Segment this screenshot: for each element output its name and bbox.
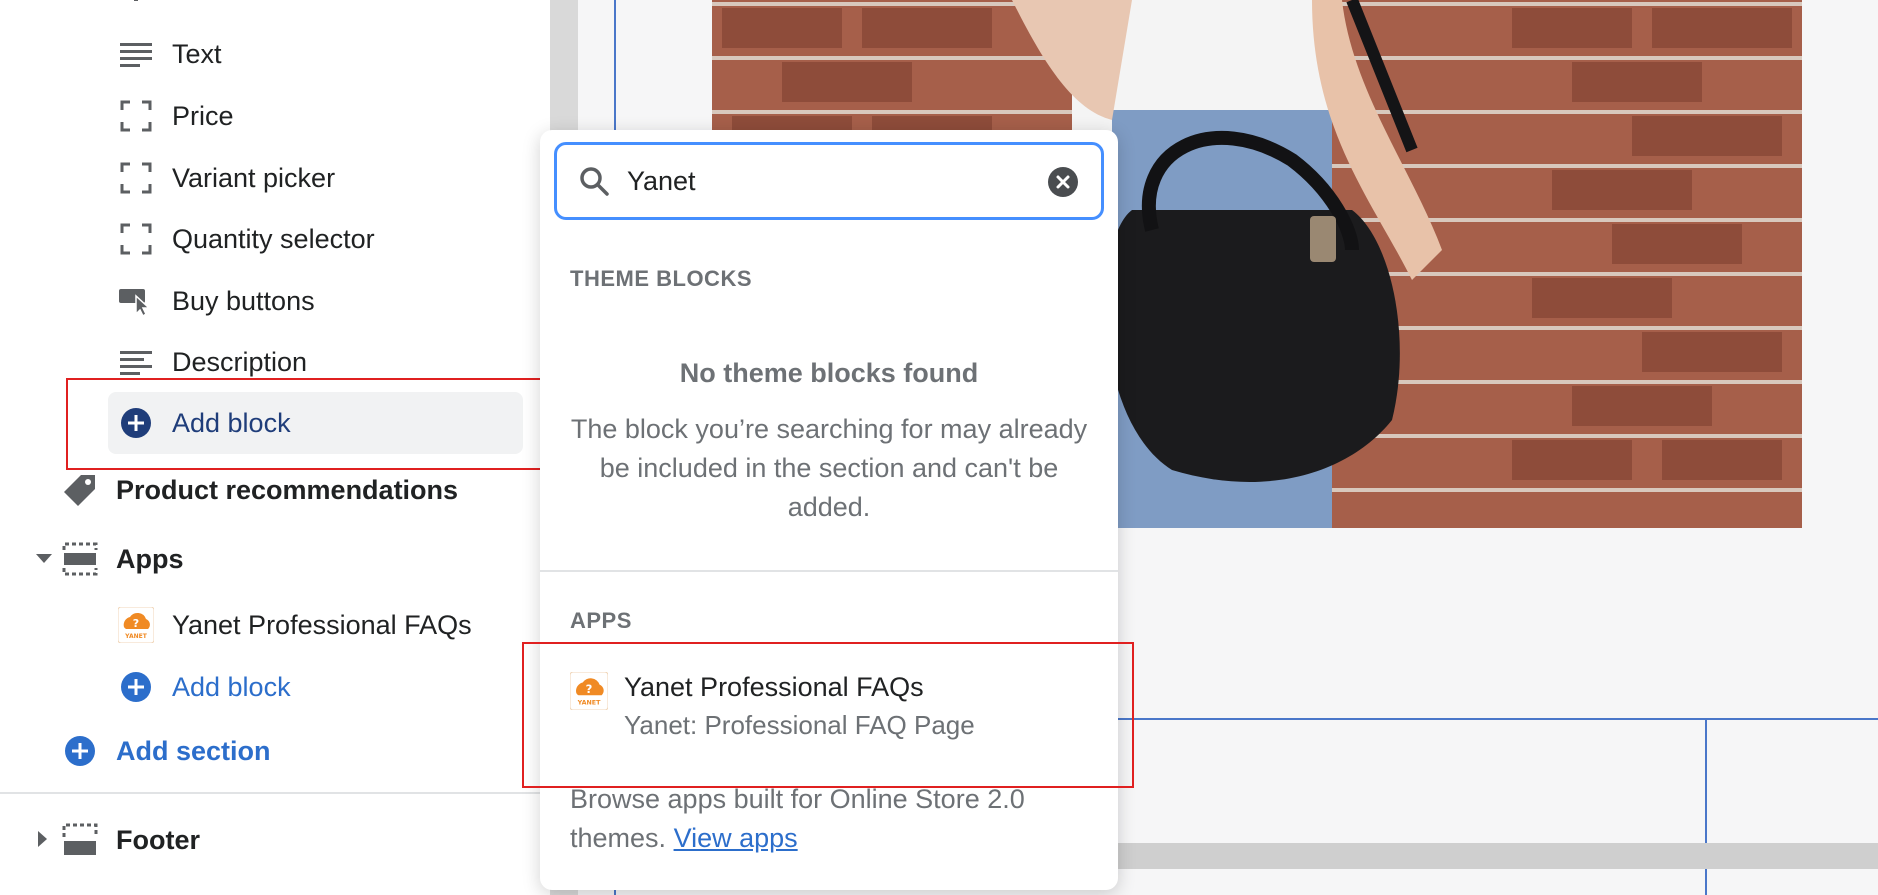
caret-down-icon[interactable] bbox=[36, 554, 52, 563]
apps-heading: APPS bbox=[570, 608, 632, 633]
section-label: Product recommendations bbox=[116, 474, 459, 505]
title-icon bbox=[118, 0, 154, 10]
block-search-field[interactable] bbox=[554, 142, 1104, 220]
section-label: Footer bbox=[116, 824, 200, 855]
empty-state-title: No theme blocks found bbox=[679, 358, 979, 388]
preview-scrollbar[interactable] bbox=[1118, 843, 1878, 869]
section-apps[interactable]: Apps bbox=[62, 533, 184, 585]
svg-text:?: ? bbox=[586, 682, 593, 696]
clear-search-icon[interactable] bbox=[1047, 166, 1079, 198]
text-lines-icon bbox=[118, 344, 154, 380]
search-icon bbox=[577, 164, 611, 198]
sidebar-block-label: Price bbox=[172, 100, 234, 131]
app-block-option[interactable]: ? YANET Yanet Professional FAQs Yanet: Pr… bbox=[569, 670, 1090, 760]
empty-state-body: The block you’re searching for may alrea… bbox=[570, 414, 1088, 522]
plus-circle-icon bbox=[62, 733, 98, 769]
section-frame-icon bbox=[62, 541, 98, 577]
footer-frame-icon bbox=[62, 822, 98, 858]
caret-right-icon[interactable] bbox=[38, 831, 47, 847]
add-block-label: Add block bbox=[172, 671, 291, 702]
dashed-frame-icon bbox=[118, 221, 154, 257]
add-block-button[interactable]: Add block bbox=[108, 392, 523, 454]
buy-button-icon bbox=[118, 283, 154, 319]
svg-text:?: ? bbox=[133, 617, 139, 630]
section-label: Apps bbox=[116, 543, 184, 574]
sidebar-block-label: Variant picker bbox=[172, 162, 336, 193]
sidebar-block-label: Yanet Professional FAQs bbox=[172, 609, 472, 640]
search-input[interactable] bbox=[627, 165, 1007, 197]
svg-text:YANET: YANET bbox=[124, 633, 148, 640]
add-block-label: Add block bbox=[172, 407, 291, 438]
plus-circle-icon bbox=[118, 669, 154, 705]
app-block-title: Yanet Professional FAQs bbox=[624, 672, 924, 702]
sidebar-block-label: Buy buttons bbox=[172, 285, 315, 316]
sidebar-block-label: Description bbox=[172, 346, 308, 377]
sidebar-block-yanet-faqs[interactable]: ? YANET Yanet Professional FAQs bbox=[118, 599, 472, 651]
sidebar-block-price[interactable]: Price bbox=[118, 90, 234, 142]
popover-divider bbox=[540, 570, 1118, 572]
sidebar-block-title-partial[interactable] bbox=[118, 0, 172, 18]
section-footer[interactable]: Footer bbox=[62, 814, 200, 866]
sidebar-block-text[interactable]: Text bbox=[118, 28, 222, 80]
dashed-frame-icon bbox=[118, 98, 154, 134]
sidebar-block-label: Quantity selector bbox=[172, 223, 375, 254]
section-product-recommendations[interactable]: Product recommendations bbox=[62, 464, 458, 516]
sidebar-block-buy-buttons[interactable]: Buy buttons bbox=[118, 275, 315, 327]
yanet-app-icon: ? YANET bbox=[569, 671, 609, 711]
view-apps-link[interactable]: View apps bbox=[674, 823, 798, 853]
app-block-subtitle: Yanet: Professional FAQ Page bbox=[624, 710, 975, 740]
section-outline bbox=[1118, 718, 1878, 720]
sidebar-divider bbox=[0, 792, 550, 794]
svg-text:YANET: YANET bbox=[577, 700, 601, 707]
sidebar-block-variant-picker[interactable]: Variant picker bbox=[118, 152, 335, 204]
yanet-app-icon: ? YANET bbox=[118, 607, 154, 643]
dashed-frame-icon bbox=[118, 160, 154, 196]
text-lines-icon bbox=[118, 36, 154, 72]
sidebar-block-label: Text bbox=[172, 38, 222, 69]
tag-icon bbox=[62, 472, 98, 508]
plus-circle-icon bbox=[118, 405, 154, 441]
apps-add-block-button[interactable]: Add block bbox=[118, 661, 291, 713]
browse-apps-text: Browse apps built for Online Store 2.0 t… bbox=[570, 780, 1090, 858]
add-section-button[interactable]: Add section bbox=[62, 725, 271, 777]
add-block-popover: THEME BLOCKS No theme blocks found The b… bbox=[540, 130, 1118, 890]
theme-blocks-heading: THEME BLOCKS bbox=[570, 266, 752, 291]
sidebar-block-quantity-selector[interactable]: Quantity selector bbox=[118, 213, 375, 265]
sidebar-block-description[interactable]: Description bbox=[118, 336, 307, 388]
theme-editor-sidebar: Text Price Variant picker Quantity selec… bbox=[0, 0, 550, 895]
add-section-label: Add section bbox=[116, 735, 271, 766]
